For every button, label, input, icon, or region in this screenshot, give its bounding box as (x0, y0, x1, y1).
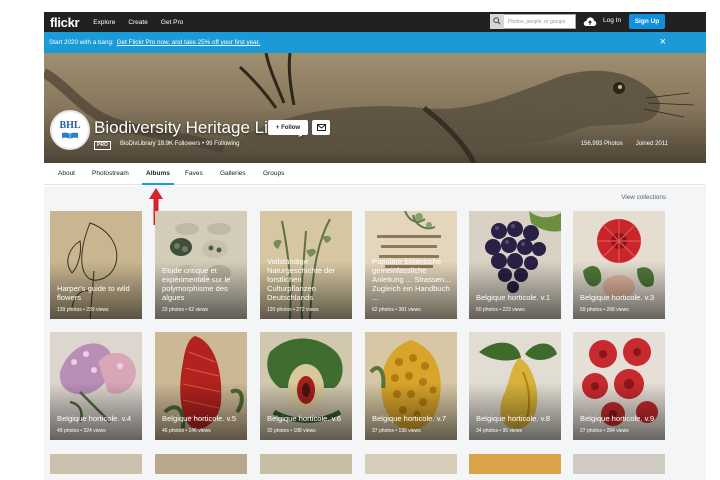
flickr-logo[interactable]: flickr (50, 15, 80, 30)
tab-albums[interactable]: Albums (146, 170, 170, 177)
album-card[interactable]: Belgique horticole. v.5 46 photos • 146 … (155, 332, 247, 440)
album-title: Belgique horticole. v.6 (267, 414, 342, 423)
album-meta: 34 photos • 95 views (476, 428, 522, 434)
album-title: Etude critique et expérimentale sur le p… (162, 266, 231, 302)
album-title: Belgique horticole. v.4 (57, 414, 132, 423)
album-card[interactable]: Etude critique et expérimentale sur le p… (155, 211, 247, 319)
top-nav: flickr Explore Create Get Pro Log In Sig… (44, 12, 706, 32)
album-card-partial[interactable] (260, 454, 352, 474)
upload-cloud-icon[interactable] (583, 15, 597, 33)
photo-count: 156,993 Photos (580, 141, 623, 147)
album-meta: 62 photos • 381 views (372, 307, 421, 313)
album-title: Belgique horticole. v.3 (580, 293, 655, 302)
album-card[interactable]: Belgique horticole. v.1 60 photos • 223 … (469, 211, 561, 319)
tab-galleries[interactable]: Galleries (220, 170, 246, 177)
album-card[interactable]: Populäre botanische gemeinfassliche Anle… (365, 211, 457, 319)
album-meta: 139 photos • 239 views (57, 307, 109, 313)
avatar-text: BHL (59, 120, 81, 131)
profile-followers: 18.9K Followers • 99 Following (157, 141, 240, 147)
album-card[interactable]: Belgique horticole. v.7 37 photos • 130 … (365, 332, 457, 440)
tab-about[interactable]: About (58, 170, 75, 177)
album-card-partial[interactable] (155, 454, 247, 474)
album-card-partial[interactable] (50, 454, 142, 474)
album-title: Populäre botanische gemeinfassliche Anle… (372, 257, 451, 302)
profile-stats: 156,993 Photos Joined 2011 (581, 141, 668, 147)
album-card-partial[interactable] (365, 454, 457, 474)
album-title: Harper's guide to wild flowers (57, 284, 130, 302)
album-title: Belgique horticole. v.5 (162, 414, 237, 423)
login-link[interactable]: Log In (603, 17, 621, 24)
album-card[interactable]: Belgique horticole. v.9 27 photos • 284 … (573, 332, 665, 440)
album-meta: 37 photos • 130 views (372, 428, 421, 434)
album-meta: 49 photos • 324 views (57, 428, 106, 434)
album-card[interactable]: Harper's guide to wild flowers 139 photo… (50, 211, 142, 319)
profile-tabs: About Photostream Albums Faves Galleries… (44, 163, 706, 185)
search-icon[interactable] (490, 13, 504, 29)
album-meta: 120 photos • 272 views (267, 307, 319, 313)
search-input[interactable] (508, 18, 574, 25)
album-meta: 59 photos • 268 views (580, 307, 629, 313)
signup-button[interactable]: Sign Up (629, 14, 665, 29)
view-collections-link[interactable]: View collections (621, 194, 666, 201)
tab-groups[interactable]: Groups (263, 170, 284, 177)
promo-text: Start 2020 with a bang: (49, 39, 114, 46)
album-card[interactable]: Belgique horticole. v.3 59 photos • 268 … (573, 211, 665, 319)
album-card[interactable]: Belgique horticole. v.6 32 photos • 188 … (260, 332, 352, 440)
album-meta: 27 photos • 284 views (580, 428, 629, 434)
album-card-partial[interactable] (469, 454, 561, 474)
album-title: Belgique horticole. v.9 (580, 414, 655, 423)
close-icon[interactable]: × (660, 36, 666, 48)
album-title: Belgique horticole. v.7 (372, 414, 447, 423)
album-card[interactable]: Vollständige Naturgeschichte der forstli… (260, 211, 352, 319)
tab-faves[interactable]: Faves (185, 170, 203, 177)
album-card-partial[interactable] (573, 454, 665, 474)
cover-photo: BHL Biodiversity Heritage Library + Foll… (44, 53, 706, 163)
pro-badge: PRO (94, 141, 111, 150)
book-icon (62, 132, 78, 139)
avatar[interactable]: BHL (50, 110, 90, 150)
album-title: Belgique horticole. v.1 (476, 293, 551, 302)
profile-meta: BioDivLibrary 18.9K Followers • 99 Follo… (120, 141, 240, 147)
follow-button[interactable]: + Follow (268, 120, 308, 135)
joined-date: Joined 2011 (635, 141, 668, 147)
active-tab-indicator (142, 183, 174, 185)
album-meta: 32 photos • 188 views (267, 428, 316, 434)
album-card[interactable]: Belgique horticole. v.8 34 photos • 95 v… (469, 332, 561, 440)
album-title: Belgique horticole. v.8 (476, 414, 551, 423)
search-box (490, 13, 576, 29)
album-card[interactable]: Belgique horticole. v.4 49 photos • 324 … (50, 332, 142, 440)
album-meta: 23 photos • 62 views (162, 307, 208, 313)
nav-create[interactable]: Create (128, 19, 148, 26)
album-meta: 46 photos • 146 views (162, 428, 211, 434)
nav-explore[interactable]: Explore (93, 19, 115, 26)
promo-link[interactable]: Get Flickr Pro now, and take 25% off you… (117, 39, 260, 46)
album-title: Vollständige Naturgeschichte der forstli… (267, 257, 335, 302)
mail-icon[interactable] (312, 120, 330, 135)
nav-get-pro[interactable]: Get Pro (161, 19, 183, 26)
promo-banner: Start 2020 with a bang: Get Flickr Pro n… (44, 32, 706, 53)
profile-username[interactable]: BioDivLibrary (120, 141, 156, 147)
album-meta: 60 photos • 223 views (476, 307, 525, 313)
tab-photostream[interactable]: Photostream (92, 170, 129, 177)
